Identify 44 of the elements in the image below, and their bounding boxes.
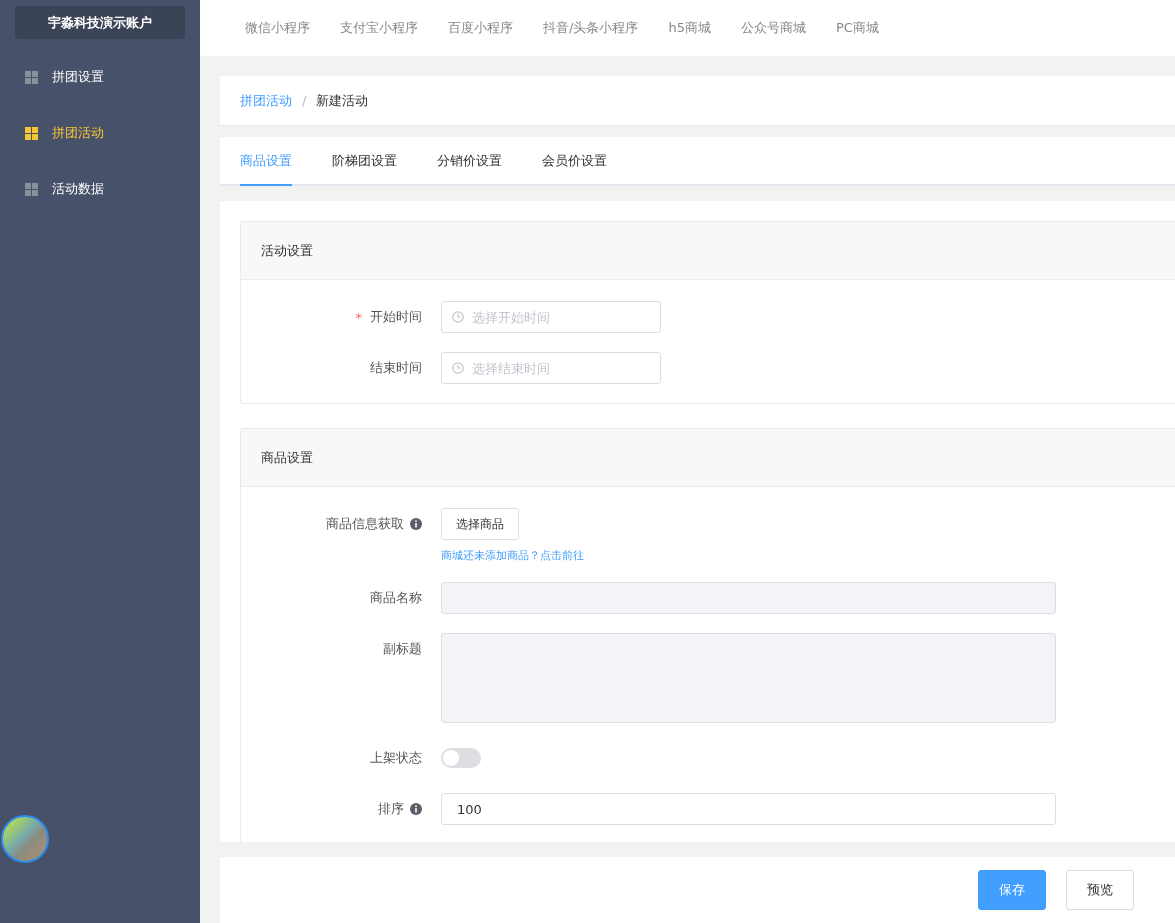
add-product-link[interactable]: 商城还未添加商品？点击前往 — [441, 548, 584, 563]
field-label: 结束时间 — [370, 359, 422, 377]
sidebar-item[interactable]: 活动数据 — [0, 161, 200, 217]
grid-icon — [25, 70, 38, 84]
clock-icon — [452, 362, 464, 374]
date-picker-field[interactable]: 选择开始时间 — [441, 301, 661, 333]
nav-link[interactable]: PC商城 — [835, 19, 879, 37]
account-name[interactable]: 宇淼科技演示账户 — [15, 6, 185, 39]
field-label: 副标题 — [383, 640, 422, 658]
nav-link[interactable]: h5商城 — [668, 19, 711, 37]
required-asterisk: * — [355, 309, 362, 325]
breadcrumb-separator: / — [302, 93, 307, 108]
field-label: 商品名称 — [370, 589, 422, 607]
tab[interactable]: 阶梯团设置 — [332, 137, 397, 186]
save-button[interactable]: 保存 — [978, 870, 1046, 910]
info-icon — [410, 803, 422, 815]
breadcrumb-item[interactable]: 拼团活动 — [240, 91, 292, 110]
sidebar-item[interactable]: 拼团设置 — [0, 49, 200, 105]
sidebar-item[interactable]: 拼团活动 — [0, 105, 200, 161]
nav-link[interactable]: 百度小程序 — [448, 19, 513, 37]
nav-link[interactable]: 公众号商城 — [740, 19, 806, 37]
date-picker-field[interactable]: 选择结束时间 — [441, 352, 661, 384]
breadcrumb-item: 新建活动 — [316, 91, 369, 110]
tab[interactable]: 会员价设置 — [542, 137, 607, 186]
avatar-photo-placeholder[interactable] — [1, 815, 49, 863]
clock-icon — [452, 311, 464, 323]
field-label: 排序 — [378, 800, 404, 818]
info-icon — [410, 518, 422, 530]
grid-icon — [25, 126, 38, 140]
text-input-field[interactable]: 100 — [441, 793, 1056, 825]
field-label: 上架状态 — [370, 749, 422, 767]
grid-icon — [25, 182, 38, 196]
panel-title: 商品设置 — [261, 448, 313, 467]
select-product-button[interactable]: 选择商品 — [441, 508, 519, 540]
preview-button[interactable]: 预览 — [1066, 870, 1134, 910]
panel-title: 活动设置 — [261, 241, 313, 260]
tab[interactable]: 商品设置 — [240, 137, 292, 186]
nav-link[interactable]: 支付宝小程序 — [340, 19, 418, 37]
tab[interactable]: 分销价设置 — [437, 137, 502, 186]
field-label: 商品信息获取 — [326, 515, 404, 533]
nav-link[interactable]: 抖音/头条小程序 — [543, 19, 639, 37]
toggle-switch[interactable] — [441, 748, 481, 768]
nav-link[interactable]: 微信小程序 — [245, 19, 310, 37]
field-label: 开始时间 — [370, 308, 422, 326]
